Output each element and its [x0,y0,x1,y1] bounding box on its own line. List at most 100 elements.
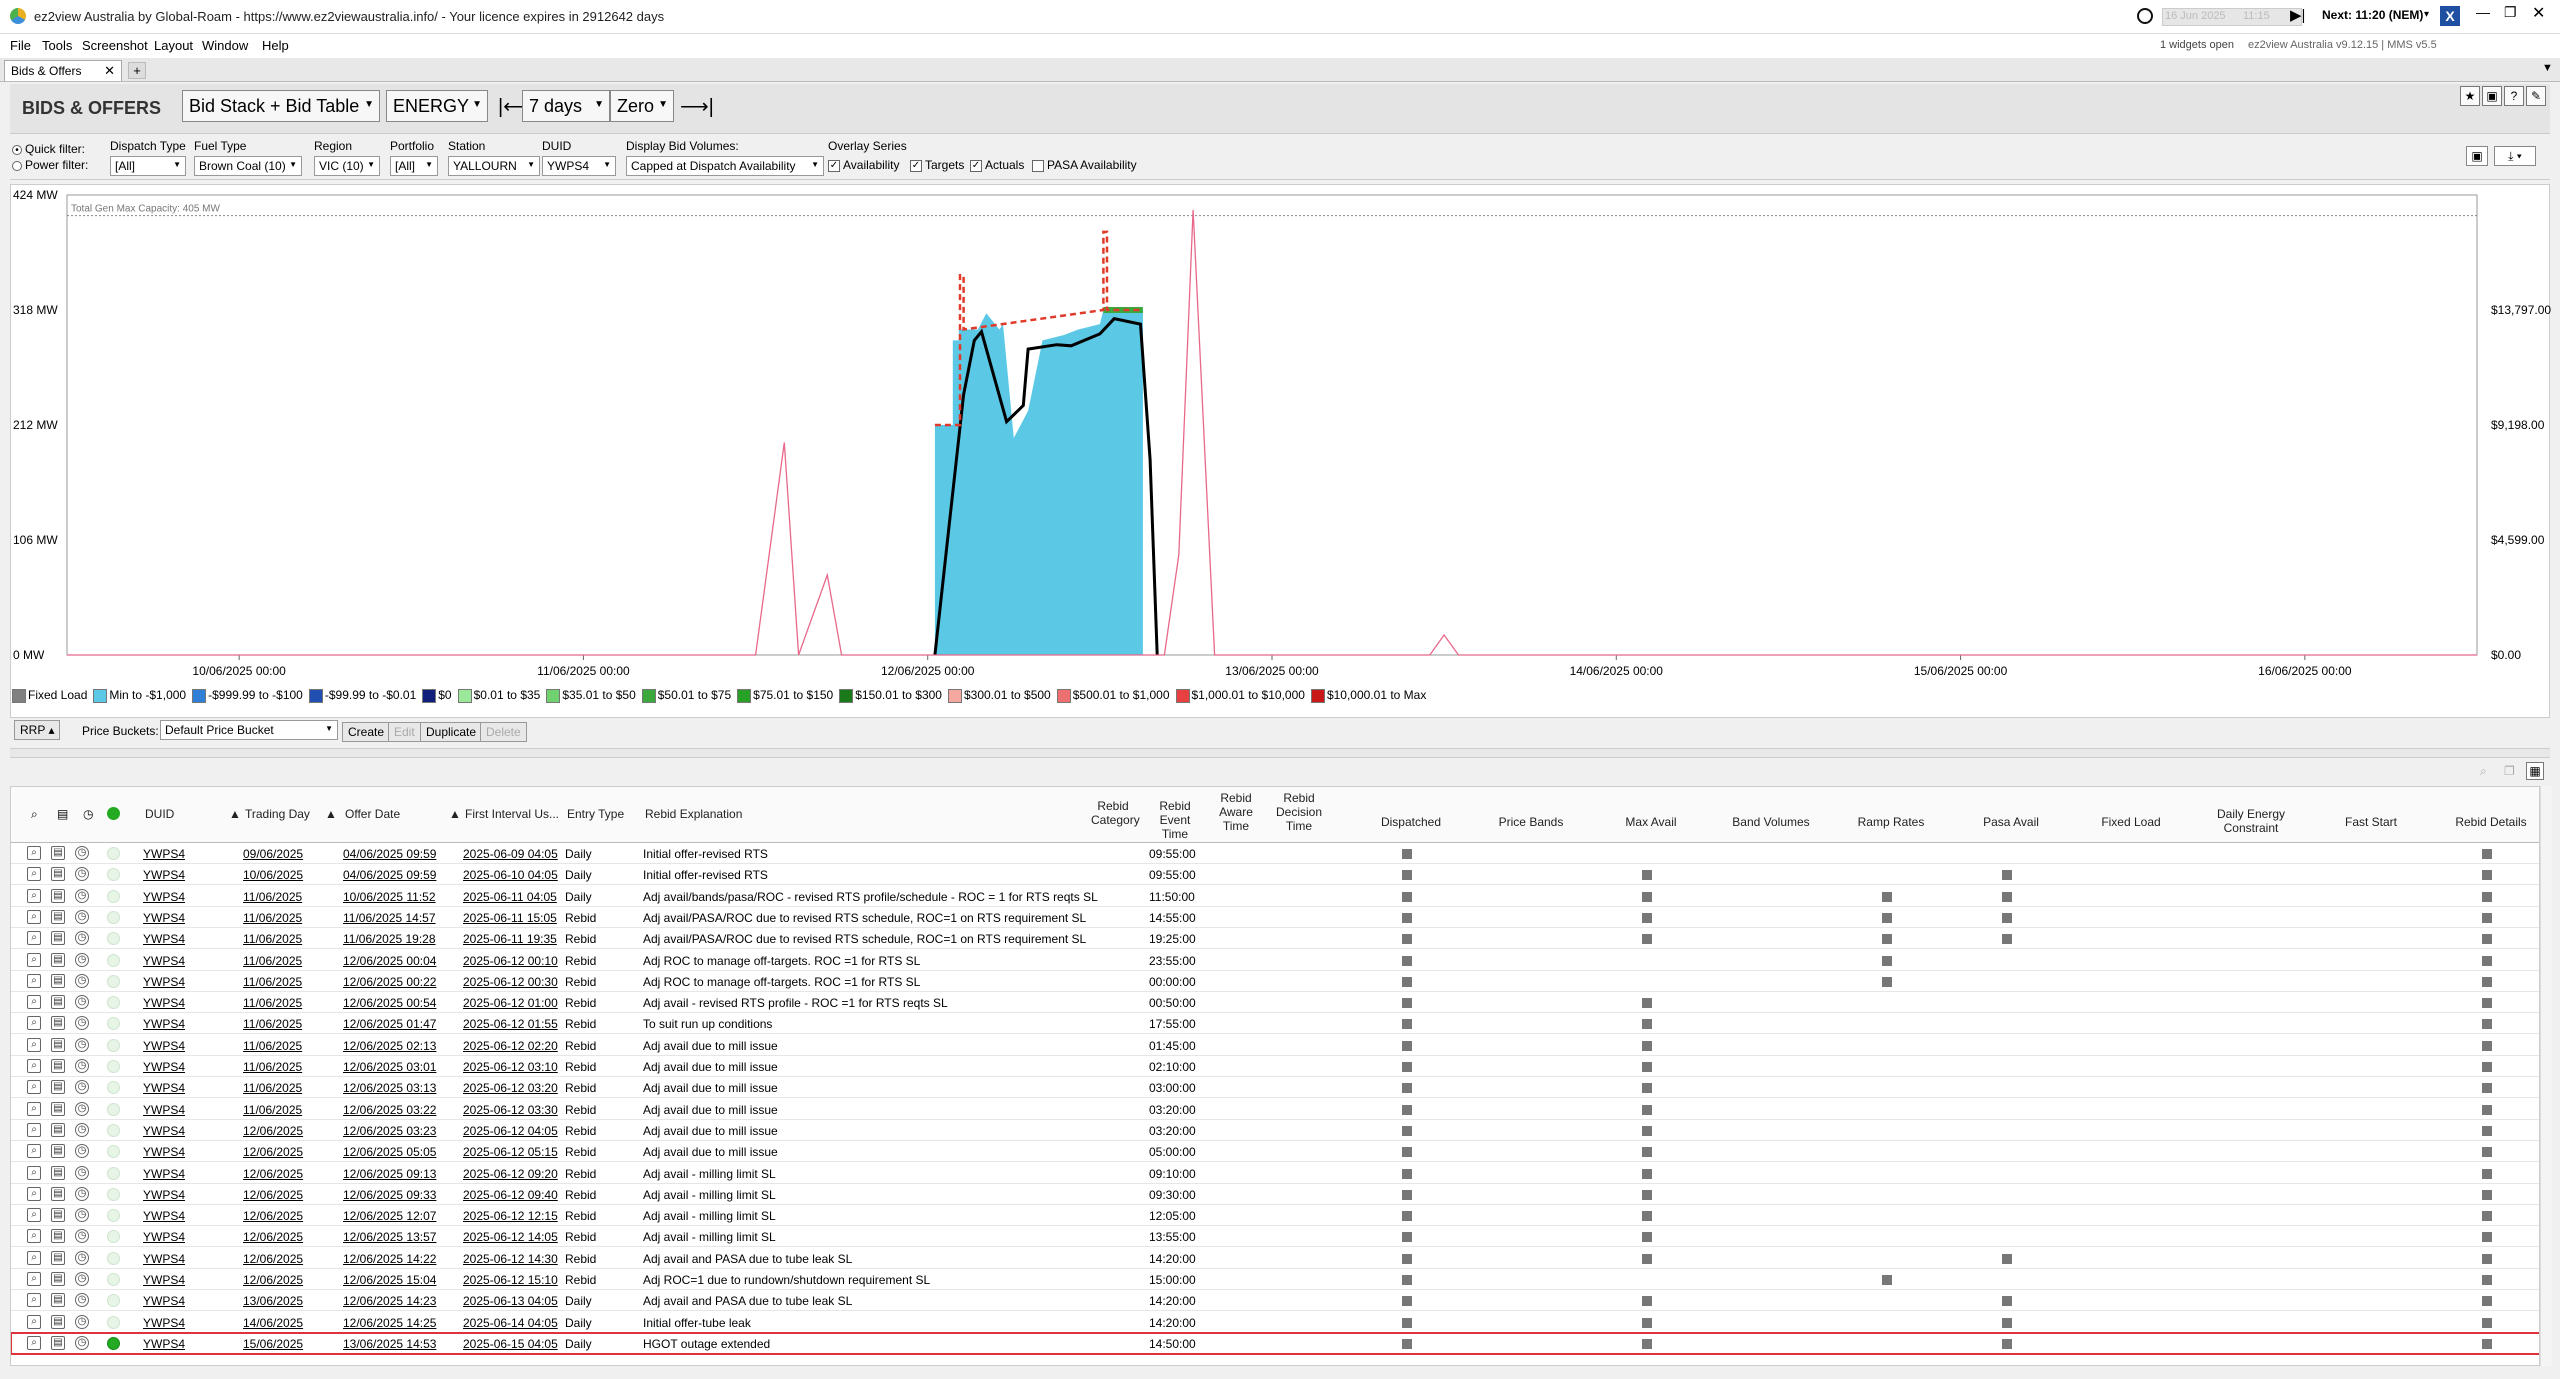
cell-trading-day[interactable]: 13/06/2025 [243,1294,303,1308]
change-marker[interactable] [2482,1338,2492,1349]
change-marker[interactable] [1402,1317,1412,1328]
change-marker[interactable] [1882,912,1892,923]
cell-offer-date[interactable]: 11/06/2025 19:28 [343,932,436,946]
cell-trading-day[interactable]: 12/06/2025 [243,1145,303,1159]
change-marker[interactable] [1402,912,1412,923]
screenshot-icon[interactable]: ▣ [2466,146,2488,166]
col-daily-energy[interactable]: Daily Energy Constraint [2203,807,2299,835]
cell-first-interval[interactable]: 2025-06-12 03:30 [463,1103,558,1117]
change-marker[interactable] [2482,1232,2492,1243]
cell-duid[interactable]: YWPS4 [143,975,185,989]
col-price-bands[interactable]: Price Bands [1483,815,1579,829]
change-marker[interactable] [2482,955,2492,966]
change-marker[interactable] [1402,849,1412,859]
table-row[interactable]: ⌕ ▤ ◷ YWPS4 11/06/2025 12/06/2025 01:47 2025-0… [11,1013,2539,1035]
table-icon[interactable]: ▤ [51,1229,65,1244]
cell-first-interval[interactable]: 2025-06-15 04:05 [463,1337,558,1351]
power-filter-radio[interactable]: Power filter: [12,158,88,172]
cell-trading-day[interactable]: 11/06/2025 [243,1103,302,1117]
bid-stack-chart[interactable]: Total Gen Max Capacity: 405 MW 424 MW 318 … [10,184,2551,718]
rrp-button[interactable]: RRP ▴ [14,720,61,740]
change-marker[interactable] [2482,998,2492,1009]
search-icon[interactable]: ⌕ [27,1165,41,1180]
table-row[interactable]: ⌕ ▤ ◷ YWPS4 11/06/2025 11/06/2025 19:28 2025-0… [11,928,2539,950]
cell-duid[interactable]: YWPS4 [143,890,185,904]
cell-trading-day[interactable]: 12/06/2025 [243,1230,303,1244]
search-icon[interactable]: ⌕ [27,888,41,903]
cell-first-interval[interactable]: 2025-06-12 05:15 [463,1145,558,1159]
change-marker[interactable] [1402,1232,1412,1243]
change-marker[interactable] [1882,1275,1892,1285]
region-select[interactable]: VIC (10) ▼ [314,156,380,176]
clock-icon[interactable]: ◷ [75,1314,89,1329]
cell-offer-date[interactable]: 12/06/2025 14:25 [343,1316,436,1330]
change-marker[interactable] [2482,891,2492,902]
table-icon[interactable]: ▤ [51,973,65,988]
col-entry-type[interactable]: Entry Type [567,807,624,821]
search-icon[interactable]: ⌕ [27,1250,41,1265]
col-pasa-avail[interactable]: Pasa Avail [1963,815,2059,829]
change-marker[interactable] [1642,934,1652,945]
minimize-button[interactable]: — [2476,4,2490,20]
clock-icon[interactable]: ◷ [75,1272,89,1286]
change-marker[interactable] [2482,1125,2492,1136]
cell-duid[interactable]: YWPS4 [143,1188,185,1202]
cell-first-interval[interactable]: 2025-06-12 01:55 [463,1017,558,1031]
col-dispatched[interactable]: Dispatched [1363,815,1459,829]
search-icon[interactable]: ⌕ [27,867,41,882]
table-icon[interactable]: ▤ [51,1122,65,1137]
search-icon[interactable]: ⌕ [27,931,41,946]
actuals-checkbox[interactable]: ✓ Actuals [970,158,1024,172]
change-marker[interactable] [2482,1083,2492,1094]
table-row[interactable]: ⌕ ▤ ◷ YWPS4 11/06/2025 12/06/2025 00:22 2025-0… [11,971,2539,992]
change-marker[interactable] [1402,1062,1412,1072]
cell-first-interval[interactable]: 2025-06-12 01:00 [463,996,558,1010]
search-icon[interactable]: ⌕ [27,1037,41,1052]
table-icon[interactable]: ▤ [51,1165,65,1180]
cell-duid[interactable]: YWPS4 [143,1103,185,1117]
cell-offer-date[interactable]: 10/06/2025 11:52 [343,890,436,904]
cell-duid[interactable]: YWPS4 [143,1124,185,1138]
cell-trading-day[interactable]: 11/06/2025 [243,911,302,925]
table-row[interactable]: ⌕ ▤ ◷ YWPS4 11/06/2025 12/06/2025 02:13 2025-0… [11,1035,2539,1056]
table-icon[interactable]: ▤ [51,846,65,860]
time-slider[interactable]: 16 Jun 2025 11:15 [2162,8,2302,26]
clock-icon[interactable]: ◷ [75,1250,89,1265]
change-marker[interactable] [1402,1083,1412,1094]
col-rebid-event-time[interactable]: Rebid Event Time [1147,799,1203,841]
change-marker[interactable] [1402,1296,1412,1307]
table-row[interactable]: ⌕ ▤ ◷ YWPS4 12/06/2025 12/06/2025 05:05 2025-0… [11,1141,2539,1163]
cell-duid[interactable]: YWPS4 [143,1039,185,1053]
table-icon[interactable]: ▤ [51,1144,65,1159]
search-icon[interactable]: ⌕ [27,1101,41,1116]
change-marker[interactable] [1402,891,1412,902]
search-icon[interactable]: ⌕ [27,1080,41,1095]
cell-duid[interactable]: YWPS4 [143,932,185,946]
cell-duid[interactable]: YWPS4 [143,1252,185,1266]
change-marker[interactable] [1402,955,1412,966]
change-marker[interactable] [1402,1125,1412,1136]
col-rebid-decision-time[interactable]: Rebid Decision Time [1273,791,1325,833]
cell-first-interval[interactable]: 2025-06-12 00:10 [463,954,558,968]
change-marker[interactable] [1642,912,1652,923]
col-duid[interactable]: DUID [145,807,174,821]
cell-offer-date[interactable]: 12/06/2025 03:13 [343,1081,436,1095]
cell-trading-day[interactable]: 12/06/2025 [243,1273,303,1287]
change-marker[interactable] [1402,998,1412,1009]
grid-settings-icon[interactable]: ▦ [2526,762,2544,780]
change-marker[interactable] [2482,1296,2492,1307]
play-next-icon[interactable]: ▶| [2290,6,2305,24]
table-row[interactable]: ⌕ ▤ ◷ YWPS4 12/06/2025 12/06/2025 13:57 2025-0… [11,1226,2539,1248]
change-marker[interactable] [2002,1253,2012,1264]
cell-first-interval[interactable]: 2025-06-13 04:05 [463,1294,558,1308]
table-icon[interactable]: ▤ [51,931,65,946]
change-marker[interactable] [1642,891,1652,902]
cell-trading-day[interactable]: 10/06/2025 [243,868,303,882]
change-marker[interactable] [2482,1062,2492,1072]
change-marker[interactable] [2002,912,2012,923]
table-row[interactable]: ⌕ ▤ ◷ YWPS4 12/06/2025 12/06/2025 15:04 2025-0… [11,1269,2539,1290]
table-row[interactable]: ⌕ ▤ ◷ YWPS4 12/06/2025 12/06/2025 03:23 2025-0… [11,1120,2539,1141]
cell-offer-date[interactable]: 13/06/2025 14:53 [343,1337,436,1351]
clock-icon[interactable]: ◷ [75,1293,89,1308]
cell-first-interval[interactable]: 2025-06-12 14:30 [463,1252,558,1266]
